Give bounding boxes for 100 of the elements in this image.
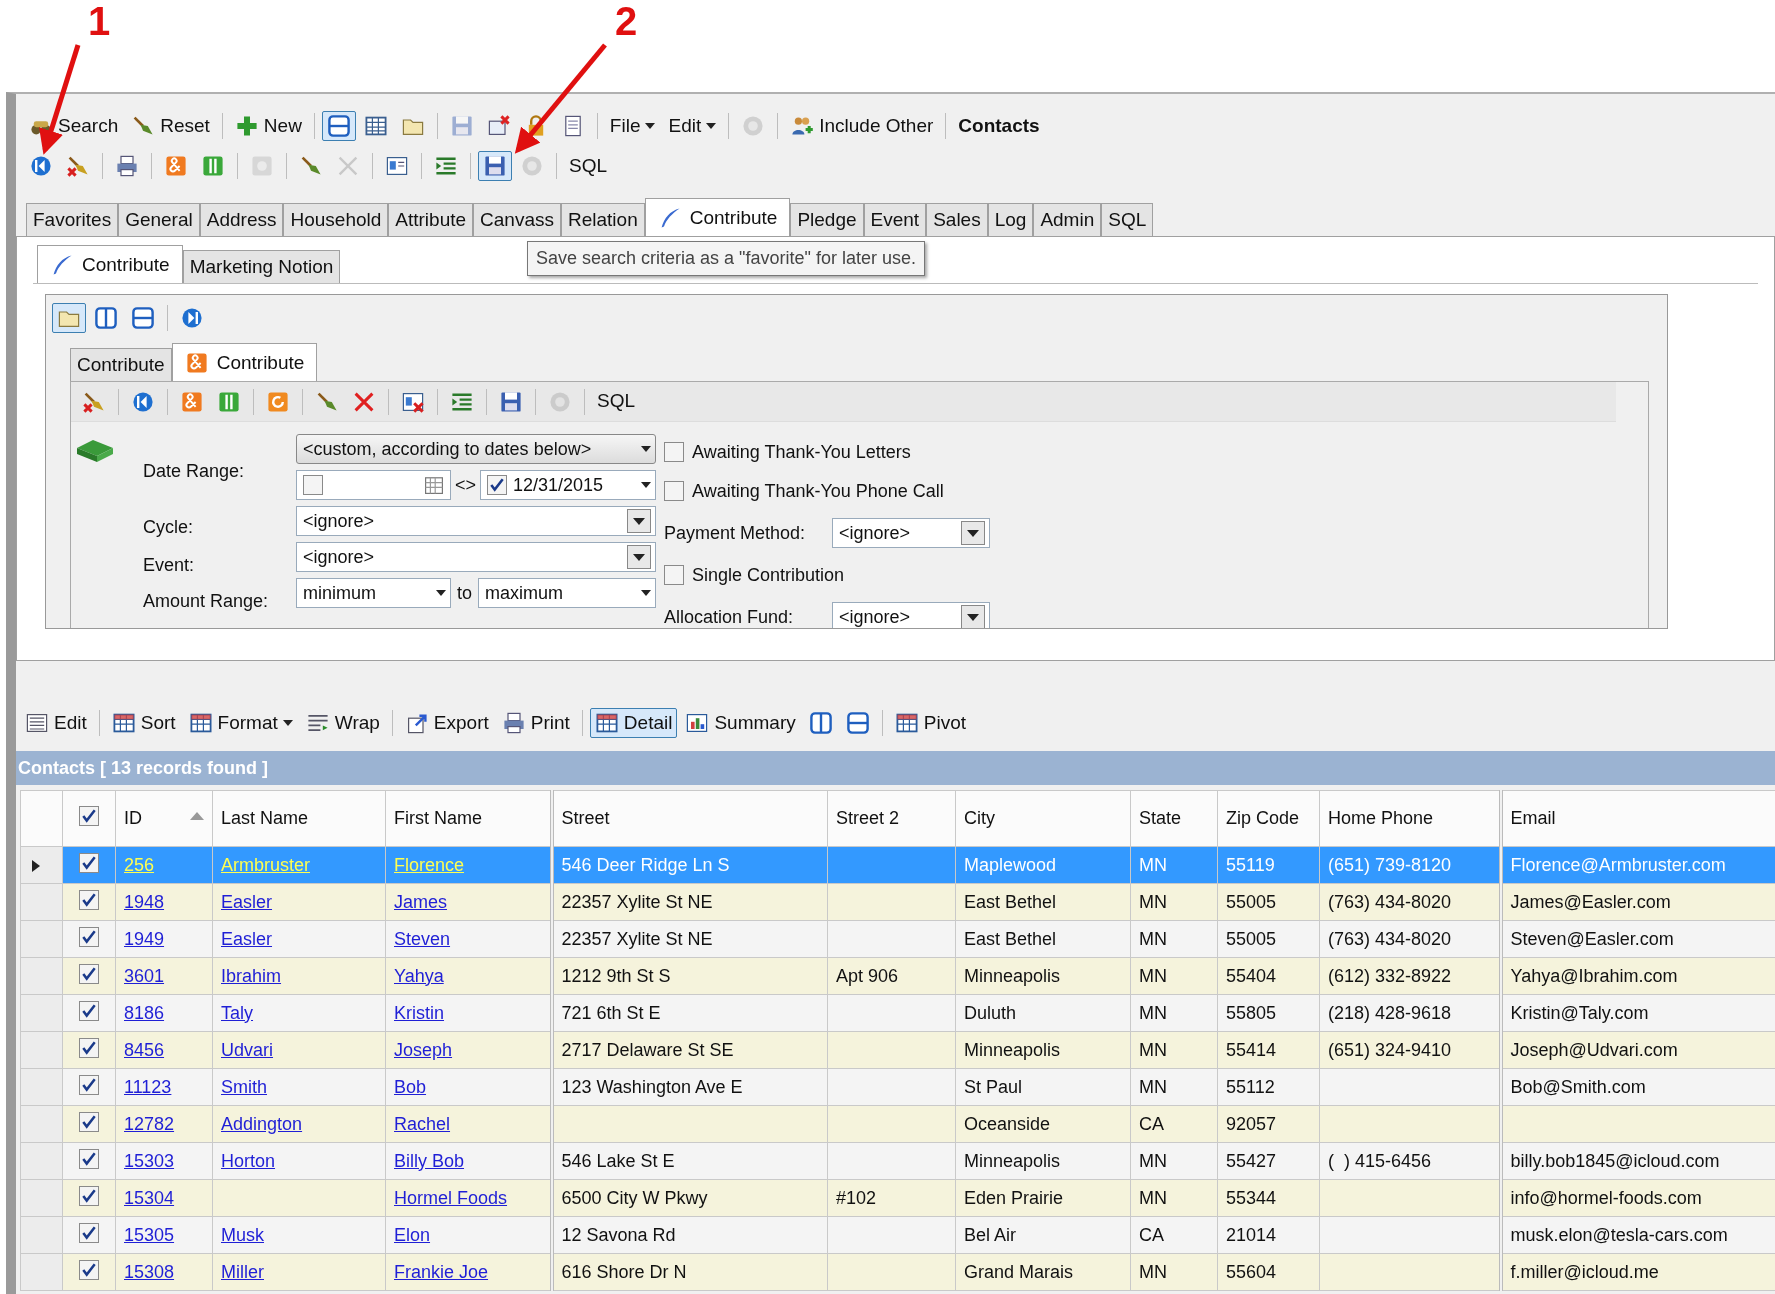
tab[interactable]: Contribute: [37, 245, 183, 283]
toolbar-button[interactable]: SQL: [564, 152, 613, 180]
checkbox[interactable]: [664, 481, 684, 501]
checkbox[interactable]: [487, 475, 508, 495]
select-dropdown[interactable]: <ignore>: [832, 518, 990, 548]
last-name-link[interactable]: Easler: [221, 891, 273, 912]
checkbox[interactable]: [79, 852, 99, 873]
field-label: Cycle:: [143, 515, 194, 539]
first-name-link[interactable]: Yahya: [394, 965, 444, 986]
checkbox[interactable]: [79, 1222, 99, 1243]
checkbox[interactable]: [303, 475, 323, 495]
first-name-link[interactable]: Elon: [394, 1224, 431, 1245]
toolbar-button[interactable]: Reset: [126, 111, 215, 141]
tab[interactable]: Marketing Notion: [182, 250, 341, 283]
horizontal-split-button[interactable]: [321, 111, 356, 141]
tab[interactable]: Contribute: [70, 348, 172, 381]
printer-icon: [115, 154, 139, 178]
tab[interactable]: Attribute: [388, 203, 474, 236]
column-header[interactable]: Email: [1500, 790, 1775, 847]
toolbar-button[interactable]: Include Other: [785, 111, 939, 141]
column-header[interactable]: First Name: [385, 790, 552, 847]
column-header[interactable]: Zip Code: [1217, 790, 1320, 847]
toolbar-button[interactable]: Edit: [20, 708, 92, 738]
tab[interactable]: Canvass: [473, 203, 561, 236]
table-cell: CA: [1130, 1105, 1218, 1143]
tab[interactable]: Sales: [926, 203, 988, 236]
checkbox[interactable]: [79, 1185, 99, 1206]
toolbar-button[interactable]: Sort: [106, 708, 181, 738]
tab[interactable]: Contribute: [171, 343, 318, 381]
last-name-link[interactable]: Miller: [221, 1261, 264, 1282]
column-header[interactable]: Home Phone: [1319, 790, 1501, 847]
minimum-dropdown[interactable]: minimum: [296, 578, 451, 608]
column-header[interactable]: Street 2: [827, 790, 956, 847]
toolbar-button[interactable]: Export: [399, 708, 494, 738]
date-range-dropdown[interactable]: <custom, according to dates below>: [296, 434, 656, 464]
menu-button[interactable]: File: [604, 112, 661, 140]
menu-button[interactable]: Edit: [663, 112, 722, 140]
first-name-link[interactable]: Steven: [394, 928, 451, 949]
checkbox[interactable]: [79, 806, 99, 826]
column-header[interactable]: ID: [115, 790, 213, 847]
toolbar-button[interactable]: Print: [496, 708, 575, 738]
last-name-link[interactable]: Musk: [221, 1224, 264, 1245]
checkbox[interactable]: [79, 1259, 99, 1280]
broom-clear-icon: [66, 154, 90, 178]
ampersand-icon: [164, 154, 188, 178]
tab[interactable]: Event: [863, 203, 927, 236]
toolbar-button[interactable]: Summary: [680, 708, 801, 738]
toolbar-button[interactable]: SQL: [592, 388, 641, 415]
checkbox[interactable]: [79, 1148, 99, 1169]
checkbox[interactable]: [79, 926, 99, 947]
forward-icon: [180, 306, 204, 330]
tab[interactable]: Contribute: [644, 198, 791, 236]
last-name-link[interactable]: Smith: [221, 1076, 267, 1097]
menu-button[interactable]: Format: [183, 708, 298, 738]
tab[interactable]: Admin: [1033, 203, 1102, 236]
tab[interactable]: SQL: [1101, 203, 1154, 236]
checkbox[interactable]: [664, 442, 684, 462]
toolbar-button[interactable]: Pivot: [889, 708, 971, 738]
column-header[interactable]: City: [955, 790, 1131, 847]
column-header[interactable]: State: [1130, 790, 1218, 847]
tab[interactable]: General: [118, 203, 200, 236]
toolbar-button[interactable]: Detail: [589, 708, 678, 738]
checkbox[interactable]: [79, 1000, 99, 1021]
last-name-link[interactable]: Horton: [221, 1150, 276, 1171]
maximum-dropdown[interactable]: maximum: [478, 578, 656, 608]
tab[interactable]: Household: [283, 203, 389, 236]
tab[interactable]: Log: [987, 203, 1034, 236]
checkbox[interactable]: [79, 1074, 99, 1095]
checkbox[interactable]: [664, 565, 684, 585]
cycle-dropdown[interactable]: <ignore>: [296, 506, 656, 536]
field-label: Allocation Fund:: [664, 605, 795, 628]
checkbox[interactable]: [79, 1037, 99, 1058]
tab[interactable]: Relation: [561, 203, 645, 236]
first-name-link[interactable]: Kristin: [394, 1002, 444, 1023]
date-field[interactable]: 12/31/2015: [480, 470, 656, 500]
first-name-link[interactable]: Joseph: [394, 1039, 453, 1060]
folder-button[interactable]: [52, 303, 86, 333]
checkbox[interactable]: [79, 1111, 99, 1132]
checkbox[interactable]: [79, 963, 99, 984]
column-header[interactable]: Last Name: [212, 790, 386, 847]
tab[interactable]: Address: [199, 203, 284, 236]
select-dropdown[interactable]: <ignore>: [832, 602, 990, 628]
table-cell: 616 Shore Dr N: [551, 1253, 828, 1291]
toolbar-button[interactable]: Wrap: [300, 708, 385, 738]
toolbar-button[interactable]: Search: [24, 111, 124, 141]
first-name-link[interactable]: James: [394, 891, 447, 912]
last-name-link[interactable]: Udvari: [221, 1039, 273, 1060]
first-name-link[interactable]: Bob: [394, 1076, 427, 1097]
checkbox[interactable]: [79, 889, 99, 910]
column-header[interactable]: Street: [551, 790, 828, 847]
first-name-link[interactable]: Rachel: [394, 1113, 451, 1134]
toolbar-button[interactable]: New: [229, 111, 307, 141]
last-name-link[interactable]: Taly: [221, 1002, 253, 1023]
floppy-disk-button[interactable]: [478, 151, 512, 181]
event-dropdown[interactable]: <ignore>: [296, 542, 656, 572]
tab[interactable]: Pledge: [790, 203, 864, 236]
last-name-link[interactable]: Ibrahim: [221, 965, 282, 986]
date-field[interactable]: [296, 470, 451, 500]
last-name-link[interactable]: Easler: [221, 928, 273, 949]
tab[interactable]: Favorites: [26, 203, 119, 236]
